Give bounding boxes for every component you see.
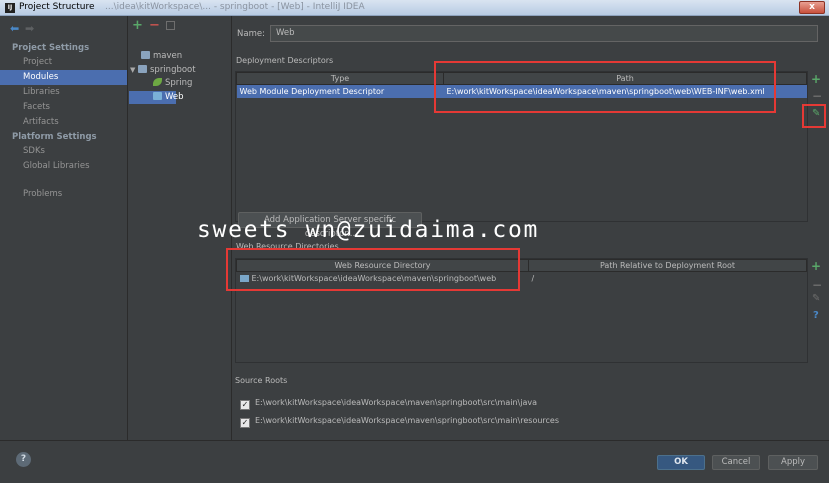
- spring-leaf-icon: [153, 78, 162, 86]
- copy-module-icon[interactable]: [166, 21, 175, 30]
- section-project-settings: Project Settings: [12, 43, 90, 53]
- descriptor-type-cell: Web Module Deployment Descriptor: [236, 84, 444, 98]
- name-label: Name:: [237, 29, 265, 39]
- column-type[interactable]: Type: [236, 72, 444, 85]
- help-question-icon[interactable]: ?: [813, 310, 819, 321]
- tree-node-springboot[interactable]: ▼ springboot: [130, 64, 196, 77]
- sidebar-item-libraries[interactable]: Libraries: [0, 85, 127, 100]
- highlight-box-path: [434, 61, 776, 113]
- nav-history-toolbar: ⬅ ➡: [10, 22, 40, 35]
- ok-button[interactable]: OK: [657, 455, 705, 470]
- intellij-app-icon: IJ: [5, 3, 15, 13]
- edit-resource-dir-icon[interactable]: ✎: [812, 293, 820, 304]
- facet-name-input[interactable]: Web: [270, 25, 818, 42]
- sidebar-item-facets[interactable]: Facets: [0, 100, 127, 115]
- sidebar-item-modules[interactable]: Modules: [0, 70, 127, 85]
- sidebar-item-global-libraries[interactable]: Global Libraries: [0, 159, 127, 174]
- column-relative-path[interactable]: Path Relative to Deployment Root: [528, 259, 807, 272]
- watermark-text: sweets wn@zuidaima.com: [197, 217, 540, 243]
- add-descriptor-icon[interactable]: +: [811, 72, 821, 86]
- sidebar-item-project[interactable]: Project: [0, 55, 127, 70]
- tree-node-spring[interactable]: Spring: [153, 77, 192, 90]
- window-title: Project Structure: [19, 2, 95, 12]
- resource-relative-path-cell: /: [531, 273, 535, 283]
- checkbox-checked-icon[interactable]: ✓: [240, 418, 250, 428]
- source-roots-title: Source Roots: [235, 376, 288, 385]
- remove-module-icon[interactable]: −: [149, 18, 160, 33]
- sidebar-item-problems[interactable]: Problems: [0, 187, 127, 202]
- expand-arrow-icon[interactable]: ▼: [130, 64, 138, 77]
- add-resource-dir-icon[interactable]: +: [811, 259, 821, 273]
- highlight-box-resource-dir: [226, 248, 520, 291]
- checkbox-checked-icon[interactable]: ✓: [240, 400, 250, 410]
- web-facet-icon: [153, 92, 162, 100]
- tree-node-web[interactable]: Web: [129, 91, 184, 104]
- folder-icon: [141, 51, 150, 59]
- forward-arrow-icon[interactable]: ➡: [25, 22, 37, 35]
- sidebar-item-sdks[interactable]: SDKs: [0, 144, 127, 159]
- back-arrow-icon[interactable]: ⬅: [10, 22, 22, 35]
- source-root-resources[interactable]: ✓ E:\work\kitWorkspace\ideaWorkspace\mave…: [240, 414, 559, 428]
- close-window-button[interactable]: x: [799, 1, 825, 14]
- sidebar-item-artifacts[interactable]: Artifacts: [0, 115, 127, 130]
- highlight-box-edit: [802, 104, 826, 128]
- remove-resource-dir-icon[interactable]: −: [812, 278, 822, 292]
- window-subtitle: ...\idea\kitWorkspace\... - springboot -…: [105, 2, 365, 12]
- section-platform-settings: Platform Settings: [12, 132, 97, 142]
- remove-descriptor-icon[interactable]: −: [812, 89, 822, 103]
- settings-sidebar: ⬅ ➡ Project Settings Project Modules Libr…: [0, 16, 128, 483]
- title-bar: IJ Project Structure ...\idea\kitWorkspa…: [0, 0, 829, 16]
- deployment-descriptors-title: Deployment Descriptors: [236, 56, 334, 65]
- facet-settings-panel: Name: Web Deployment Descriptors Type Pa…: [197, 16, 829, 440]
- cancel-button[interactable]: Cancel: [712, 455, 760, 470]
- source-root-java[interactable]: ✓ E:\work\kitWorkspace\ideaWorkspace\mave…: [240, 396, 537, 410]
- tree-node-maven[interactable]: maven: [141, 50, 182, 63]
- add-module-icon[interactable]: +: [132, 18, 143, 33]
- folder-icon: [138, 65, 147, 73]
- dialog-button-bar: ? OK Cancel Apply: [0, 440, 829, 483]
- apply-button[interactable]: Apply: [768, 455, 818, 470]
- help-icon[interactable]: ?: [16, 452, 31, 467]
